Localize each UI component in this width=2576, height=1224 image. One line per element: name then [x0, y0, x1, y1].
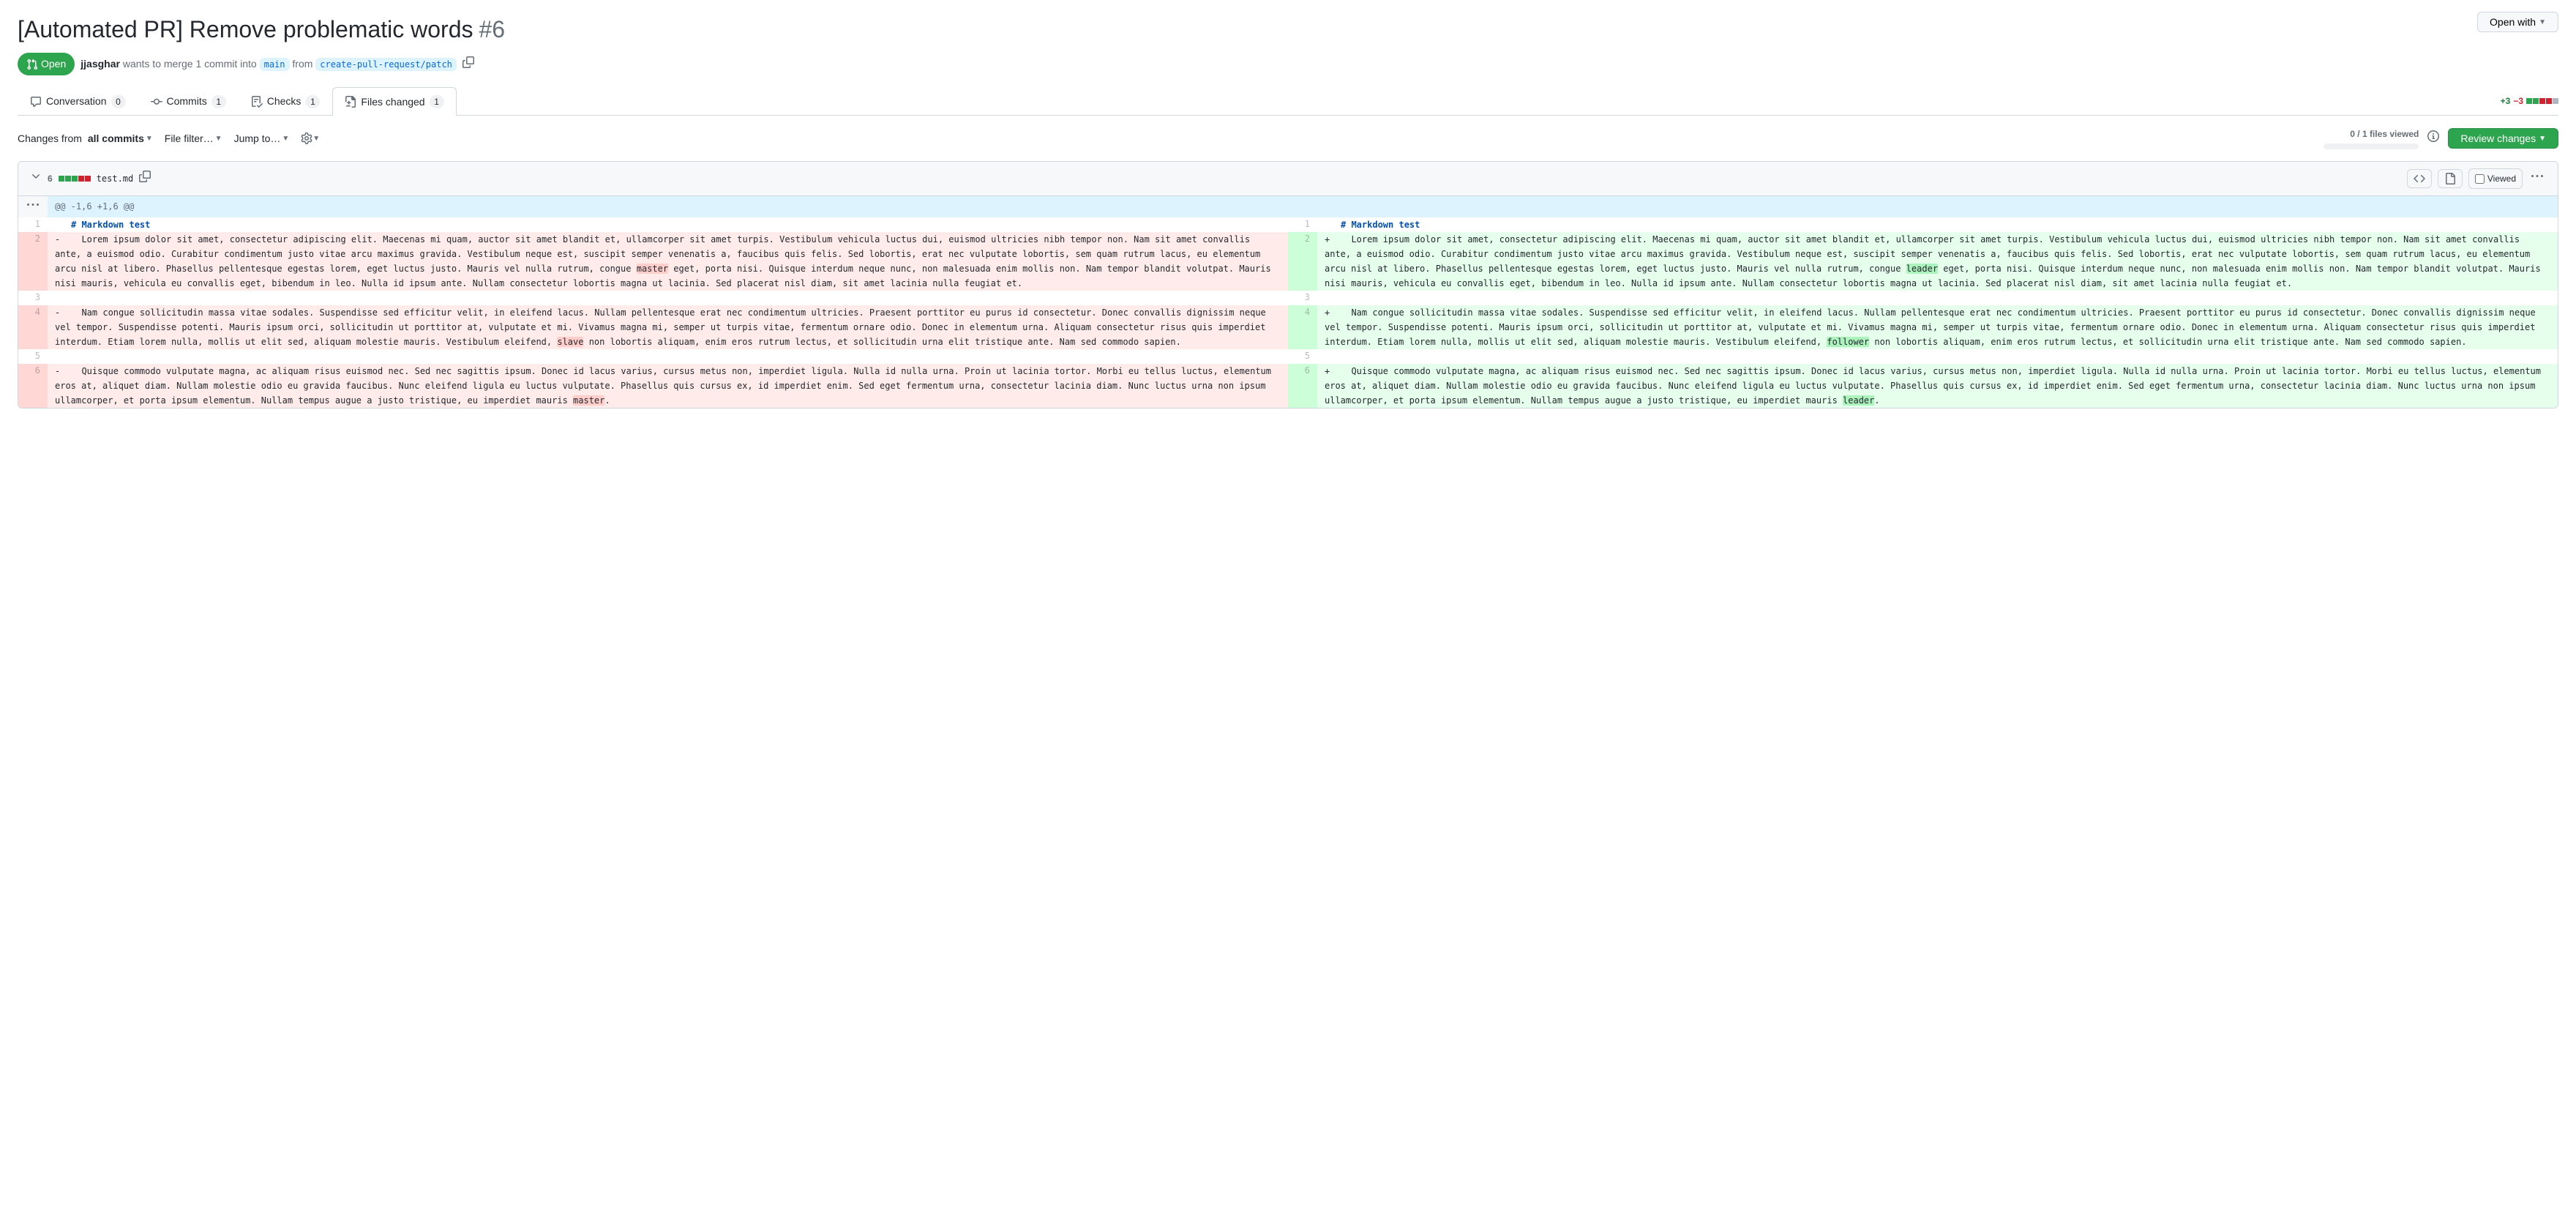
line-content-left [48, 349, 1288, 364]
line-content-left: - Nam congue sollicitudin massa vitae so… [48, 305, 1288, 349]
chevron-down-icon: ▼ [215, 133, 222, 144]
pr-title: [Automated PR] Remove problematic words [18, 12, 473, 47]
diff-settings-button[interactable]: ▼ [301, 133, 320, 144]
line-number-left[interactable]: 2 [18, 232, 48, 291]
line-number-left[interactable]: 6 [18, 364, 48, 408]
pr-header: [Automated PR] Remove problematic words … [18, 12, 2558, 47]
line-number-left[interactable]: 3 [18, 291, 48, 305]
state-badge: Open [18, 53, 75, 75]
file-change-count: 6 [48, 172, 53, 185]
info-icon[interactable] [2427, 130, 2439, 146]
copy-path-icon[interactable] [139, 171, 151, 187]
line-content-left: # Markdown test [48, 217, 1288, 232]
git-pull-request-icon [26, 59, 38, 70]
file-name[interactable]: test.md [97, 172, 134, 185]
line-content-right: + Lorem ipsum dolor sit amet, consectetu… [1317, 232, 2558, 291]
checklist-icon [251, 96, 263, 108]
line-content-right [1317, 349, 2558, 364]
file-filter-dropdown[interactable]: File filter… ▼ [165, 131, 222, 146]
file-diff-icon [345, 96, 356, 108]
conversation-count: 0 [111, 95, 126, 108]
diffstat-summary: +3 −3 [2501, 94, 2558, 108]
line-content-left: - Lorem ipsum dolor sit amet, consectetu… [48, 232, 1288, 291]
chevron-down-icon: ▼ [282, 133, 289, 144]
diff-row: 6- Quisque commodo vulputate magna, ac a… [18, 364, 2558, 408]
diffstat-blocks [2526, 98, 2558, 104]
review-changes-button[interactable]: Review changes ▼ [2448, 128, 2558, 149]
open-with-button[interactable]: Open with ▼ [2477, 12, 2558, 32]
head-branch[interactable]: create-pull-request/patch [315, 58, 457, 71]
tab-checks[interactable]: Checks 1 [239, 87, 333, 115]
pr-meta: Open jjasghar wants to merge 1 commit in… [18, 53, 2558, 75]
diff-table: @@ -1,6 +1,6 @@1# Markdown test1# Markdo… [18, 196, 2558, 408]
file-diff: 6 test.md [18, 161, 2558, 408]
tab-commits[interactable]: Commits 1 [138, 87, 239, 115]
line-number-right[interactable]: 1 [1288, 217, 1317, 232]
code-icon [2414, 173, 2425, 184]
chevron-down-icon [30, 171, 42, 182]
pr-author[interactable]: jjasghar [80, 58, 120, 70]
viewed-checkbox[interactable]: Viewed [2468, 168, 2523, 189]
commits-count: 1 [211, 95, 226, 108]
line-number-left[interactable]: 5 [18, 349, 48, 364]
files-changed-count: 1 [430, 95, 444, 108]
line-content-left: - Quisque commodo vulputate magna, ac al… [48, 364, 1288, 408]
checks-count: 1 [305, 95, 320, 108]
copy-icon[interactable] [463, 56, 474, 72]
file-header: 6 test.md [18, 162, 2558, 196]
line-number-right[interactable]: 4 [1288, 305, 1317, 349]
diff-row: 2- Lorem ipsum dolor sit amet, consectet… [18, 232, 2558, 291]
diff-row: 33 [18, 291, 2558, 305]
pr-merge-description: jjasghar wants to merge 1 commit into ma… [80, 56, 457, 72]
line-content-right: # Markdown test [1317, 217, 2558, 232]
tab-conversation[interactable]: Conversation 0 [18, 87, 138, 115]
line-number-left[interactable]: 1 [18, 217, 48, 232]
hunk-text: @@ -1,6 +1,6 @@ [48, 196, 2558, 217]
diff-row: 1# Markdown test1# Markdown test [18, 217, 2558, 232]
diff-row: 55 [18, 349, 2558, 364]
tab-files-changed[interactable]: Files changed 1 [332, 87, 456, 116]
source-view-button[interactable] [2407, 169, 2432, 188]
files-viewed-progress: 0 / 1 files viewed [2324, 127, 2419, 149]
file-actions-menu[interactable] [2528, 168, 2546, 190]
expand-hunk-button[interactable] [18, 196, 48, 217]
git-commit-icon [151, 96, 162, 108]
hunk-header: @@ -1,6 +1,6 @@ [18, 196, 2558, 217]
base-branch[interactable]: main [260, 58, 290, 71]
line-content-right [1317, 291, 2558, 305]
diff-row: 4- Nam congue sollicitudin massa vitae s… [18, 305, 2558, 349]
line-number-right[interactable]: 5 [1288, 349, 1317, 364]
line-content-right: + Quisque commodo vulputate magna, ac al… [1317, 364, 2558, 408]
pr-number: #6 [479, 12, 505, 47]
viewed-checkbox-input[interactable] [2475, 174, 2485, 184]
jump-to-dropdown[interactable]: Jump to… ▼ [234, 131, 290, 146]
collapse-file-button[interactable] [30, 171, 42, 187]
changes-from-dropdown[interactable]: Changes from all commits ▼ [18, 131, 153, 146]
kebab-icon [2531, 171, 2543, 182]
line-content-right: + Nam congue sollicitudin massa vitae so… [1317, 305, 2558, 349]
unfold-icon [27, 199, 39, 211]
line-number-right[interactable]: 6 [1288, 364, 1317, 408]
line-number-left[interactable]: 4 [18, 305, 48, 349]
file-diffstat-blocks [59, 176, 91, 182]
line-content-left [48, 291, 1288, 305]
rendered-view-button[interactable] [2438, 169, 2463, 188]
line-number-right[interactable]: 3 [1288, 291, 1317, 305]
chevron-down-icon: ▼ [312, 133, 320, 144]
chevron-down-icon: ▼ [2539, 18, 2546, 26]
tabnav: Conversation 0 Commits 1 Checks 1 Files … [18, 87, 2558, 116]
file-icon [2444, 173, 2456, 184]
diff-toolbar: Changes from all commits ▼ File filter… … [18, 127, 2558, 149]
chevron-down-icon: ▼ [146, 133, 153, 144]
gear-icon [301, 133, 312, 144]
line-number-right[interactable]: 2 [1288, 232, 1317, 291]
comment-icon [30, 96, 42, 108]
chevron-down-icon: ▼ [2539, 135, 2546, 143]
